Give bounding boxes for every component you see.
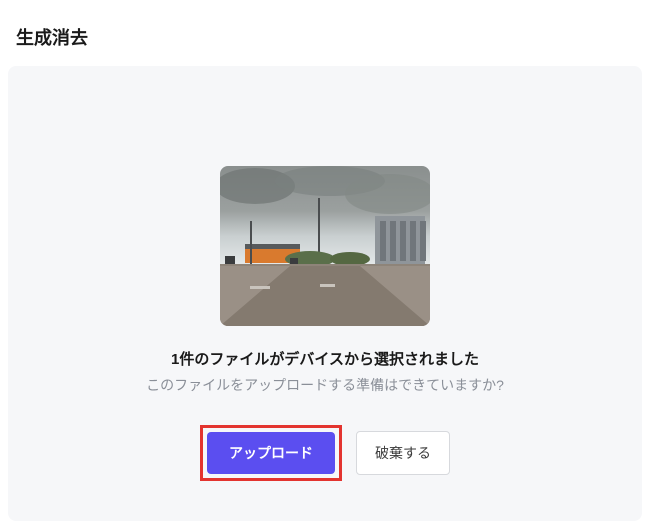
page-title: 生成消去 [0, 0, 650, 66]
file-prompt-text: このファイルをアップロードする準備はできていますか? [146, 375, 504, 395]
file-preview-image [220, 166, 430, 326]
upload-card: 1件のファイルがデバイスから選択されました このファイルをアップロードする準備は… [8, 66, 642, 521]
button-row: アップロード 破棄する [200, 425, 450, 481]
upload-button-highlight: アップロード [200, 425, 342, 481]
discard-button[interactable]: 破棄する [356, 431, 450, 475]
upload-button[interactable]: アップロード [207, 432, 335, 474]
file-status-text: 1件のファイルがデバイスから選択されました [171, 348, 479, 369]
